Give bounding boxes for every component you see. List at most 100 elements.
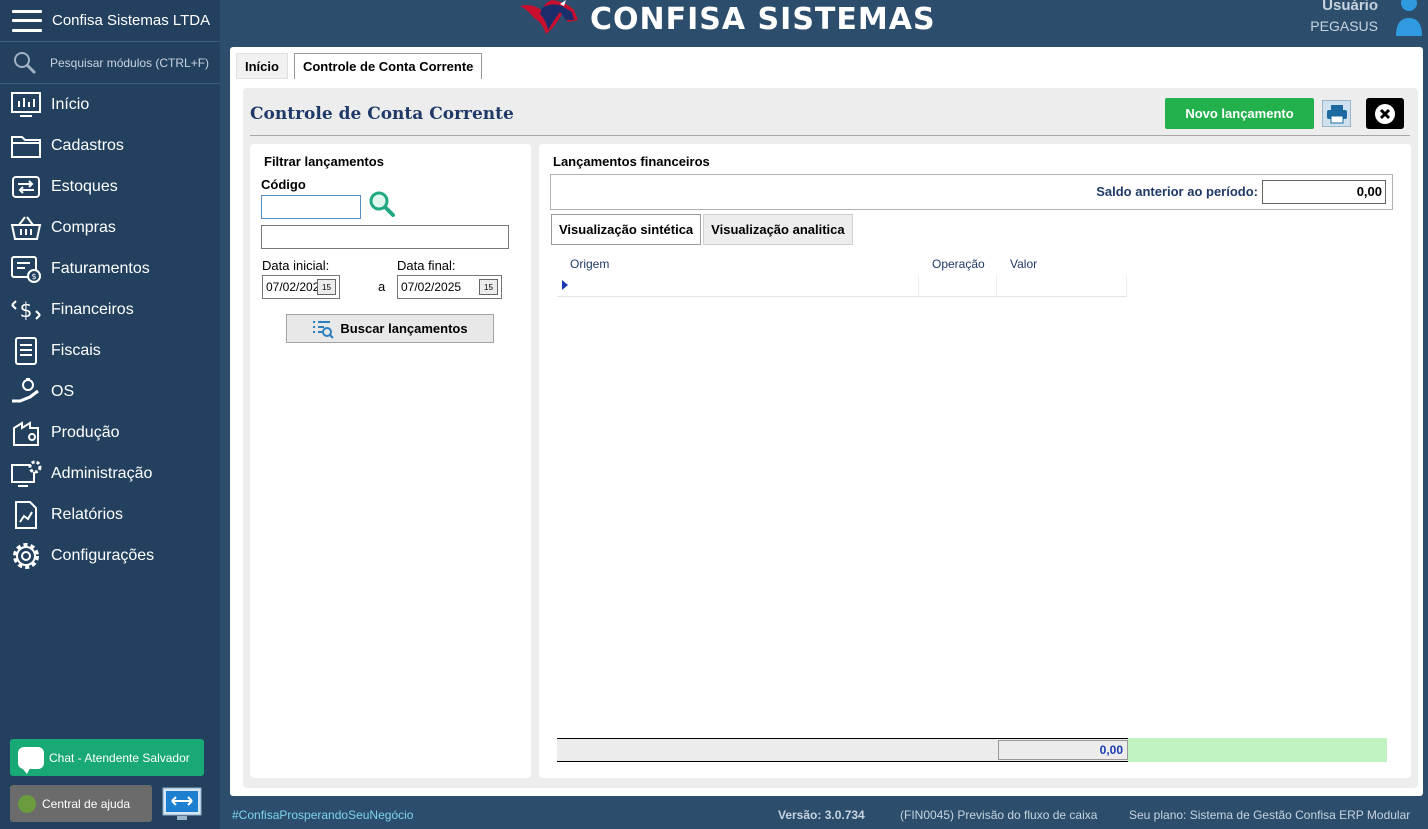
sidebar-item-financeiros[interactable]: $ Financeiros <box>0 289 220 330</box>
user-avatar-icon[interactable] <box>1394 0 1424 38</box>
inventory-icon <box>9 170 43 204</box>
saldo-value: 0,00 <box>1262 180 1386 204</box>
title-divider <box>250 135 1410 136</box>
sidebar-item-faturamentos[interactable]: $ Faturamentos <box>0 248 220 289</box>
column-origem[interactable]: Origem <box>557 254 919 275</box>
entries-panel: Lançamentos financeiros Saldo anterior a… <box>539 144 1411 778</box>
horse-logo-icon <box>520 0 578 34</box>
user-info[interactable]: Usuário PEGASUS <box>1310 0 1378 34</box>
codigo-input[interactable] <box>261 195 361 219</box>
list-icon <box>9 334 43 368</box>
tab-inicio[interactable]: Início <box>236 53 288 79</box>
chat-button[interactable]: Chat - Atendente Salvador <box>10 739 204 776</box>
filter-panel: Filtrar lançamentos Código Data inicial:… <box>250 144 531 778</box>
data-final-value: 07/02/2025 <box>401 280 462 294</box>
calendar-icon[interactable]: 15 <box>317 279 336 295</box>
cell-origem[interactable] <box>557 275 919 296</box>
sidebar-item-relatorios[interactable]: Relatórios <box>0 494 220 535</box>
sidebar-item-label: Fiscais <box>51 341 101 359</box>
company-name: Confisa Sistemas LTDA <box>52 12 211 29</box>
admin-icon <box>9 457 43 491</box>
filter-title: Filtrar lançamentos <box>264 154 384 169</box>
table-row[interactable] <box>557 275 1127 297</box>
totals-highlight <box>1128 738 1387 762</box>
main-panel: Início Controle de Conta Corrente Contro… <box>230 47 1423 796</box>
sidebar-item-label: Estoques <box>51 177 118 195</box>
brand: CONFISA SISTEMAS <box>516 0 936 38</box>
sidebar-item-producao[interactable]: Produção <box>0 412 220 453</box>
report-icon <box>9 498 43 532</box>
cell-operacao[interactable] <box>919 275 997 296</box>
search-entries-label: Buscar lançamentos <box>340 321 468 336</box>
list-search-icon <box>313 320 335 339</box>
data-inicial-input[interactable]: 07/02/2025 15 <box>262 275 340 299</box>
chat-button-label: Chat - Atendente Salvador <box>49 750 190 765</box>
close-icon <box>1375 103 1395 124</box>
new-entry-button[interactable]: Novo lançamento <box>1165 98 1314 129</box>
remote-access-icon[interactable] <box>162 787 202 823</box>
calendar-icon[interactable]: 15 <box>479 279 498 295</box>
sidebar-item-fiscais[interactable]: Fiscais <box>0 330 220 371</box>
plan-label: Seu plano: Sistema de Gestão Confisa ERP… <box>1129 808 1411 822</box>
tab-visualizacao-analitica[interactable]: Visualização analitica <box>703 214 853 245</box>
search-entries-button[interactable]: Buscar lançamentos <box>286 314 494 343</box>
sidebar-item-label: Faturamentos <box>51 259 150 277</box>
cell-valor[interactable] <box>997 275 1127 296</box>
module-search-placeholder: Pesquisar módulos (CTRL+F) <box>50 55 210 70</box>
sidebar-item-label: OS <box>51 382 75 400</box>
sidebar-item-administracao[interactable]: Administração <box>0 453 220 494</box>
page-title: Controle de Conta Corrente <box>250 104 514 124</box>
sidebar-item-label: Cadastros <box>51 136 124 154</box>
close-button[interactable] <box>1366 98 1404 129</box>
svg-text:$: $ <box>20 298 33 322</box>
sidebar-item-configuracoes[interactable]: Configurações <box>0 535 220 576</box>
sidebar-item-label: Compras <box>51 218 116 236</box>
sidebar: Confisa Sistemas LTDA Pesquisar módulos … <box>0 0 220 829</box>
folder-icon <box>9 129 43 163</box>
sidebar-item-compras[interactable]: Compras <box>0 207 220 248</box>
sidebar-item-label: Administração <box>51 464 153 482</box>
module-menu: Início Cadastros Estoques Compras $ Fatu… <box>0 84 220 576</box>
tab-visualizacao-sintetica[interactable]: Visualização sintética <box>551 214 702 245</box>
totals-bar: 0,00 <box>557 738 1387 762</box>
row-indicator-icon <box>562 280 568 290</box>
sidebar-item-label: Início <box>51 95 90 113</box>
module-search[interactable]: Pesquisar módulos (CTRL+F) <box>0 42 220 84</box>
menu-icon[interactable] <box>12 9 42 32</box>
sidebar-item-os[interactable]: OS <box>0 371 220 412</box>
saldo-box: Saldo anterior ao período: 0,00 <box>550 174 1393 210</box>
column-valor[interactable]: Valor <box>997 254 1127 275</box>
sidebar-item-estoques[interactable]: Estoques <box>0 166 220 207</box>
user-label: Usuário <box>1322 0 1378 14</box>
finance-icon: $ <box>9 293 43 327</box>
svg-text:$: $ <box>31 272 36 281</box>
production-icon <box>9 416 43 450</box>
sidebar-item-inicio[interactable]: Início <box>0 84 220 125</box>
sidebar-item-cadastros[interactable]: Cadastros <box>0 125 220 166</box>
version-label: Versão: 3.0.734 <box>778 808 865 822</box>
sidebar-item-label: Relatórios <box>51 505 124 523</box>
printer-icon <box>1326 104 1347 123</box>
top-bar: CONFISA SISTEMAS Usuário PEGASUS <box>220 0 1428 47</box>
dashboard-icon <box>9 88 43 122</box>
grid-header: Origem Operação Valor <box>557 254 1127 275</box>
print-button[interactable] <box>1322 100 1351 127</box>
data-final-input[interactable]: 07/02/2025 15 <box>397 275 502 299</box>
sidebar-item-label: Financeiros <box>51 300 134 318</box>
hashtag-link[interactable]: #ConfisaProsperandoSeuNegócio <box>232 808 413 822</box>
sidebar-header: Confisa Sistemas LTDA <box>0 0 220 42</box>
page-content: Controle de Conta Corrente Novo lançamen… <box>243 88 1418 788</box>
column-operacao[interactable]: Operação <box>919 254 997 275</box>
tab-controle-conta-corrente[interactable]: Controle de Conta Corrente <box>293 53 483 79</box>
total-value: 0,00 <box>998 740 1128 760</box>
brand-name: CONFISA SISTEMAS <box>590 1 936 37</box>
data-final-label: Data final: <box>397 258 456 273</box>
search-icon[interactable] <box>368 190 396 218</box>
codigo-label: Código <box>261 177 306 192</box>
search-icon <box>14 51 37 74</box>
help-center-button[interactable]: Central de ajuda <box>10 785 152 822</box>
status-bar: #ConfisaProsperandoSeuNegócio Versão: 3.… <box>220 800 1428 829</box>
descricao-input[interactable] <box>261 225 509 249</box>
entries-grid: Origem Operação Valor <box>557 254 1127 297</box>
saldo-label: Saldo anterior ao período: <box>1096 184 1258 199</box>
